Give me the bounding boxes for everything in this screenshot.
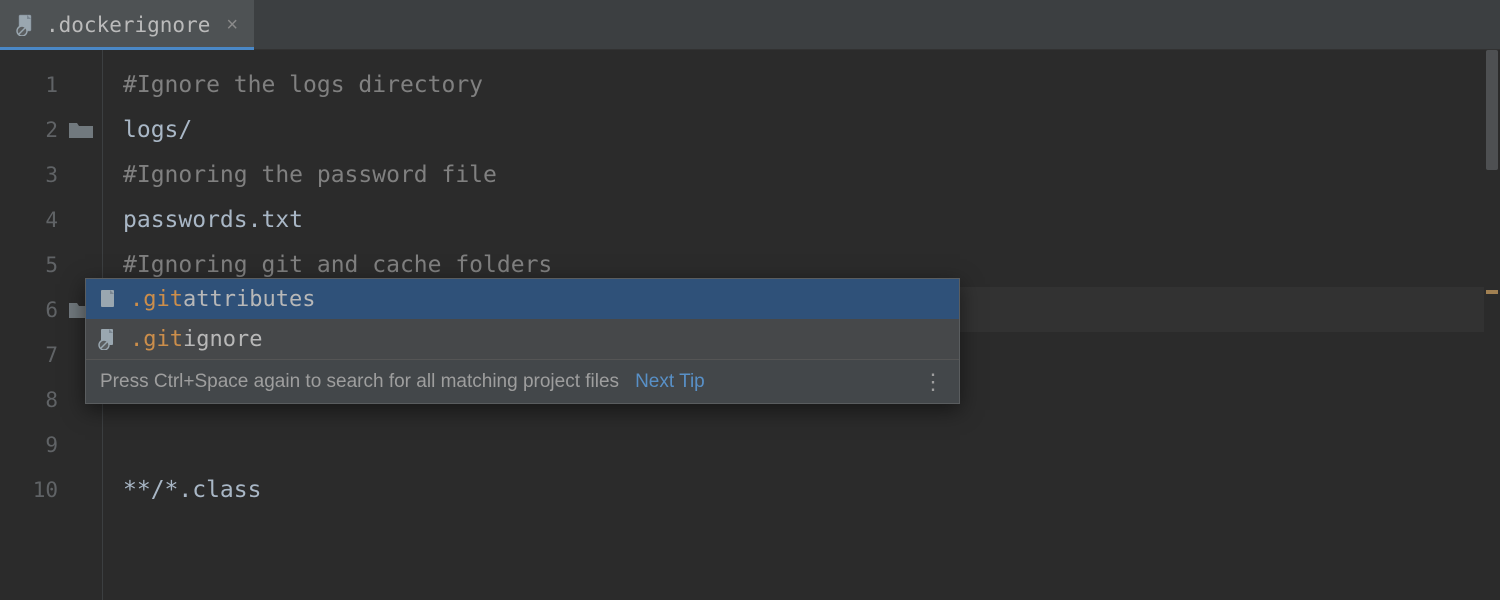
gutter-row: 1 [0,62,102,107]
line-number: 7 [30,343,58,367]
line-number: 8 [30,388,58,412]
line-number: 9 [30,433,58,457]
code-text: **/*.class [123,477,261,503]
code-line[interactable] [103,422,1500,467]
gutter-row: 4 [0,197,102,242]
code-line[interactable]: #Ignore the logs directory [103,62,1500,107]
line-number: 6 [30,298,58,322]
code-line[interactable]: **/*.class [103,467,1500,512]
scrollbar-thumb[interactable] [1486,50,1498,170]
line-number: 1 [30,73,58,97]
autocomplete-text: .gitattributes [130,287,315,312]
tab-label: .dockerignore [46,13,210,37]
tab-bar: .dockerignore × [0,0,1500,50]
scrollbar-mark [1486,290,1498,294]
comment-text: #Ignoring the password file [123,162,497,188]
gutter-row: 2 [0,107,102,152]
file-ignore-icon [98,328,118,350]
code-line[interactable]: logs/ [103,107,1500,152]
line-number: 10 [30,478,58,502]
file-icon [98,289,118,309]
tab-dockerignore[interactable]: .dockerignore × [0,0,254,50]
code-line[interactable]: passwords.txt [103,197,1500,242]
line-number: 3 [30,163,58,187]
comment-text: #Ignoring git and cache folders [123,252,552,278]
gutter-row: 9 [0,422,102,467]
line-number: 4 [30,208,58,232]
folder-icon [66,120,96,140]
line-number: 5 [30,253,58,277]
autocomplete-footer: Press Ctrl+Space again to search for all… [86,359,959,403]
autocomplete-item[interactable]: .gitattributes [86,279,959,319]
close-icon[interactable]: × [226,15,238,35]
more-icon[interactable]: ⋮ [922,369,945,395]
code-text: logs/ [123,117,192,143]
file-ignore-icon [16,14,36,36]
gutter-row: 3 [0,152,102,197]
autocomplete-hint: Press Ctrl+Space again to search for all… [100,371,619,393]
autocomplete-popup: .gitattributes .gitignore Press Ctrl+Space… [85,278,960,404]
line-number: 2 [30,118,58,142]
gutter-row: 10 [0,467,102,512]
next-tip-link[interactable]: Next Tip [635,371,705,393]
vertical-scrollbar[interactable] [1484,50,1500,600]
code-line[interactable]: #Ignoring the password file [103,152,1500,197]
comment-text: #Ignore the logs directory [123,72,483,98]
code-text: passwords.txt [123,207,303,233]
autocomplete-item[interactable]: .gitignore [86,319,959,359]
autocomplete-text: .gitignore [130,327,262,352]
